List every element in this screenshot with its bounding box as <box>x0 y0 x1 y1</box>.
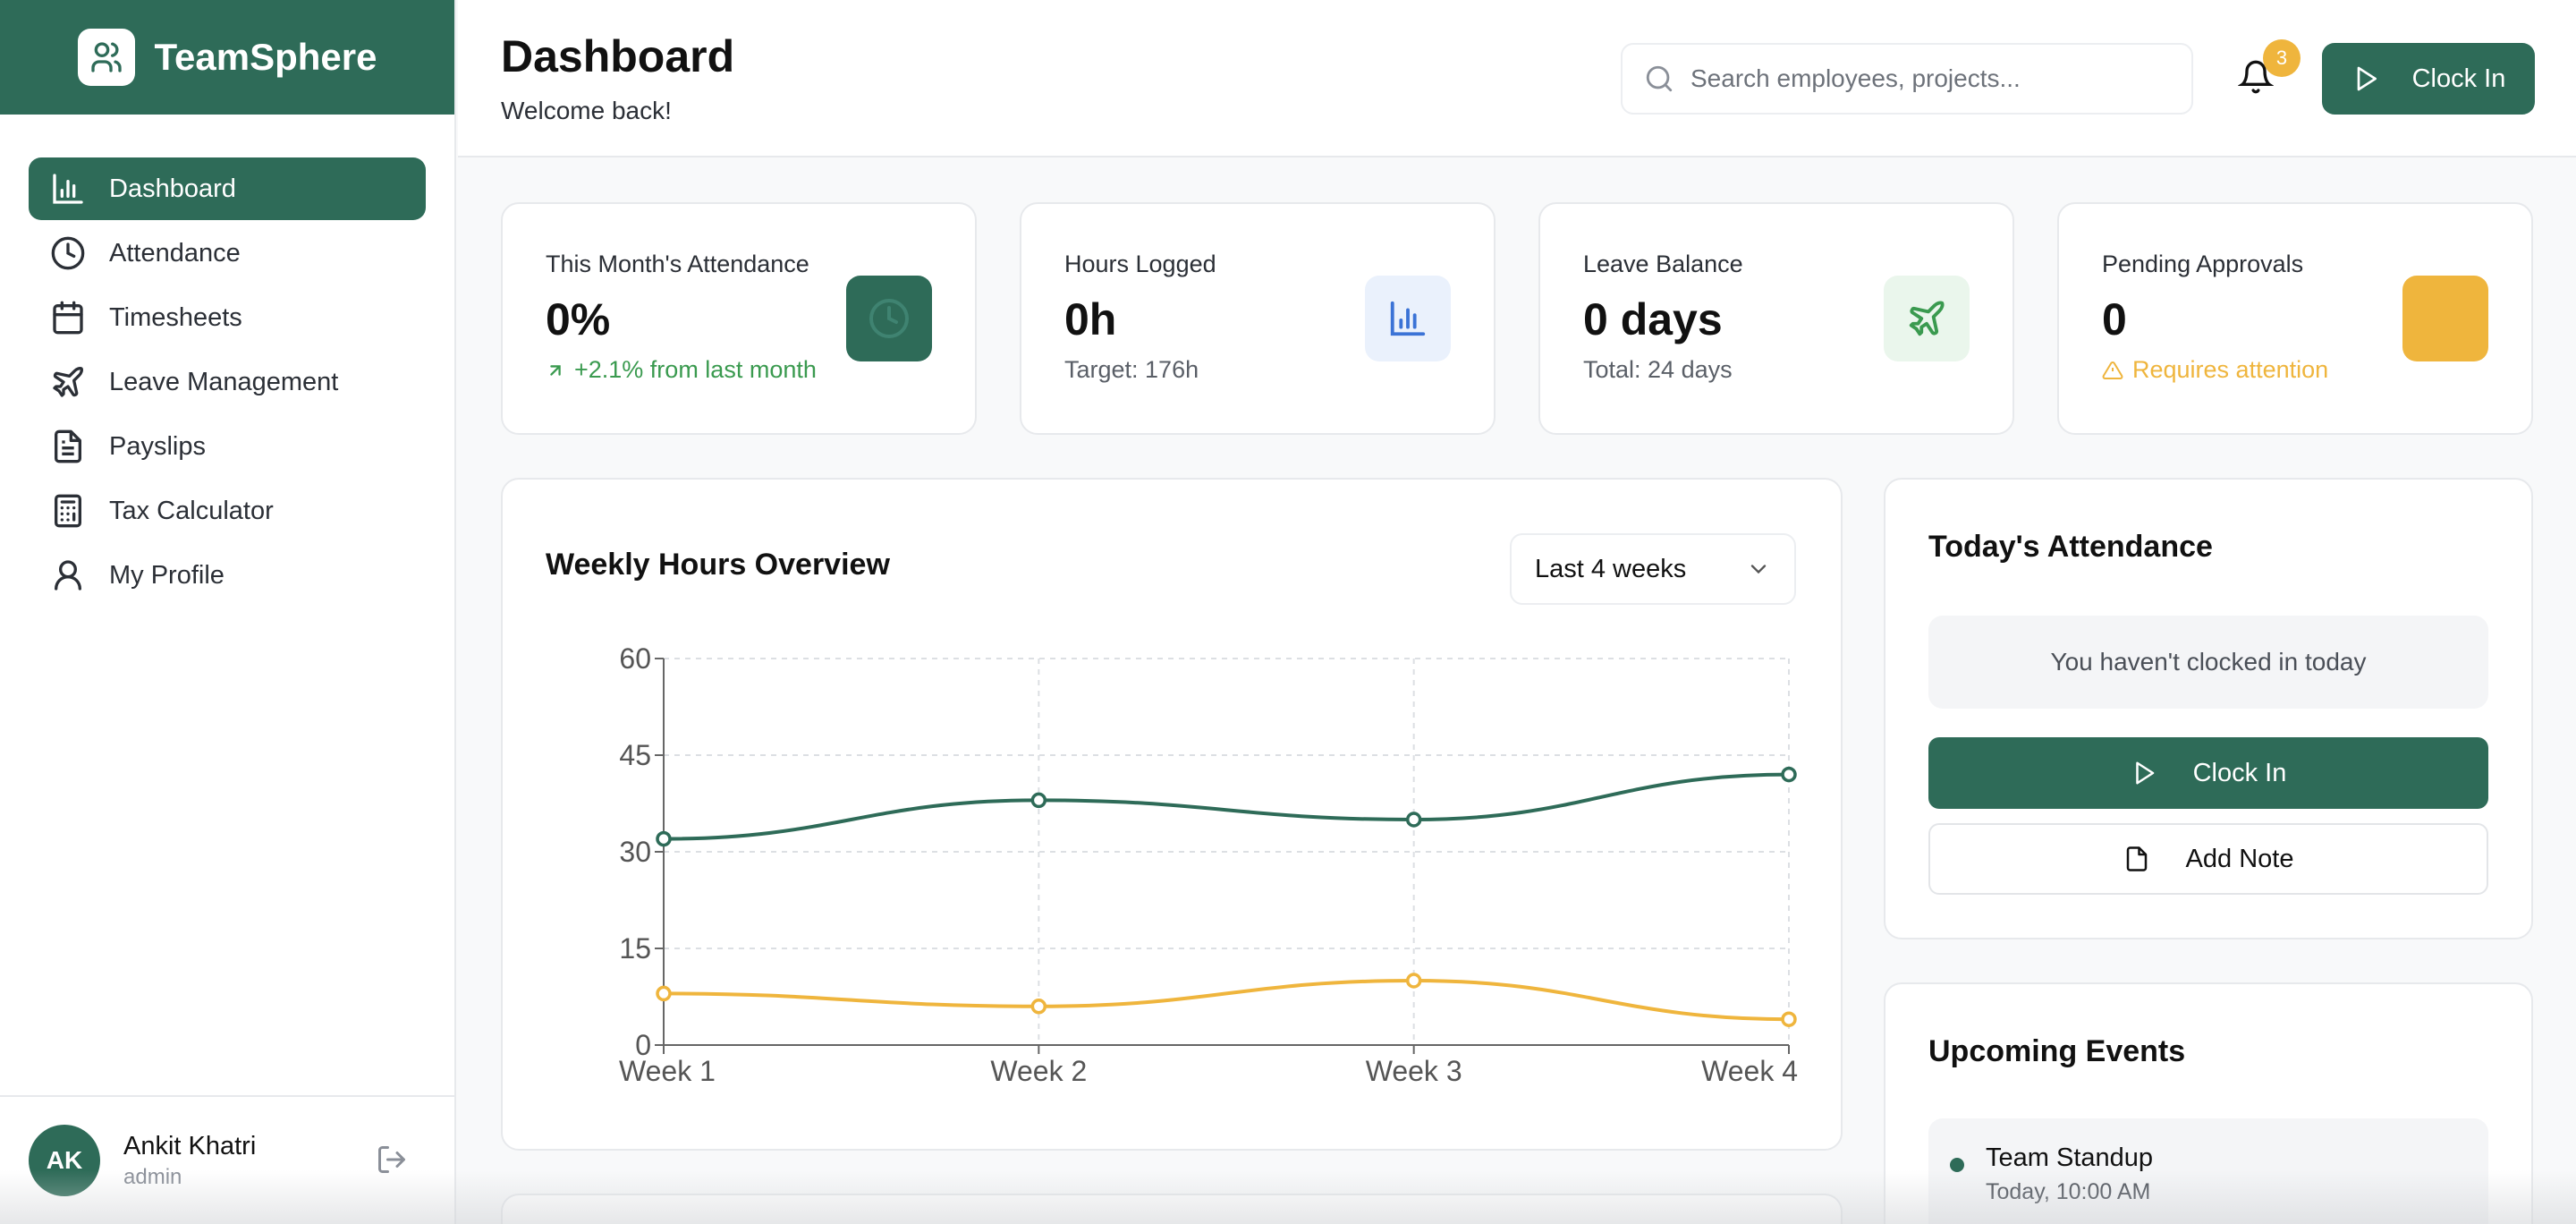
x-tick-label: Week 4 <box>1701 1055 1798 1087</box>
upcoming-events-title: Upcoming Events <box>1928 1034 2186 1068</box>
sidebar-item-attendance[interactable]: Attendance <box>29 222 426 285</box>
alert-triangle-icon <box>2102 361 2123 379</box>
search-input[interactable] <box>1690 64 2174 93</box>
stat-value: 0h <box>1064 294 1117 344</box>
sidebar-nav: Dashboard Attendance Timesheets Leave Ma… <box>0 115 454 607</box>
series-line-2 <box>663 978 1790 1022</box>
plane-icon <box>53 367 83 397</box>
user-role: admin <box>123 1164 182 1189</box>
stat-value: 0 days <box>1583 294 1723 344</box>
sidebar-item-my-profile[interactable]: My Profile <box>29 544 426 607</box>
search-icon <box>1646 65 1673 92</box>
alert-icon <box>2402 276 2488 361</box>
upcoming-events-card: Upcoming Events Team Standup Today, 10:0… <box>1884 982 2533 1224</box>
todays-attendance-card: Today's Attendance You haven't clocked i… <box>1884 478 2533 939</box>
sidebar-item-timesheets[interactable]: Timesheets <box>29 286 426 349</box>
user-panel: AK Ankit Khatri admin <box>0 1095 454 1224</box>
avatar[interactable]: AK <box>29 1125 100 1196</box>
stat-value: 0 <box>2102 294 2127 344</box>
weekly-hours-card: Weekly Hours Overview Last 4 weeks 0 15 30… <box>501 478 1843 1151</box>
users-logo-icon <box>77 29 135 86</box>
y-tick-label: 30 <box>619 836 651 868</box>
event-title: Team Standup <box>1986 1143 2154 1172</box>
clock-in-label: Clock In <box>2411 64 2506 93</box>
logout-icon[interactable] <box>376 1143 408 1176</box>
app-name: TeamSphere <box>154 36 377 78</box>
arrow-up-right-icon <box>550 364 561 376</box>
stat-card-hours: Hours Logged 0h Target: 176h <box>1020 202 1496 435</box>
sidebar-item-leave-management[interactable]: Leave Management <box>29 351 426 413</box>
data-point <box>656 830 672 847</box>
sidebar-item-label: Timesheets <box>109 302 242 332</box>
clock-icon <box>846 276 932 361</box>
bar-chart-icon <box>53 174 83 204</box>
plane-icon <box>1884 276 1970 361</box>
sidebar-item-dashboard[interactable]: Dashboard <box>29 157 426 220</box>
x-tick-label: Week 1 <box>619 1055 716 1087</box>
stat-card-attendance: This Month's Attendance 0% +2.1% from la… <box>501 202 977 435</box>
file-text-icon <box>55 429 82 463</box>
sidebar-item-label: Attendance <box>109 238 241 268</box>
clock-icon <box>51 236 85 270</box>
event-item[interactable]: Team Standup Today, 10:00 AM <box>1928 1118 2488 1224</box>
stat-value: 0% <box>546 294 611 344</box>
attendance-status: You haven't clocked in today <box>1928 616 2488 709</box>
page-title: Dashboard <box>501 31 735 81</box>
add-note-label: Add Note <box>2185 844 2294 873</box>
stat-sub: Target: 176h <box>1064 356 1199 383</box>
bottom-card <box>501 1194 1843 1224</box>
stat-card-approvals: Pending Approvals 0 Requires attention <box>2057 202 2533 435</box>
sidebar-item-label: Tax Calculator <box>109 496 274 525</box>
stat-card-leave: Leave Balance 0 days Total: 24 days <box>1538 202 2014 435</box>
play-icon <box>2357 66 2377 91</box>
data-point <box>656 985 672 1002</box>
data-point <box>1405 973 1422 989</box>
data-point <box>1030 792 1047 809</box>
x-tick-label: Week 3 <box>1366 1055 1462 1087</box>
y-tick-label: 15 <box>619 932 651 965</box>
data-point <box>1405 812 1422 828</box>
data-point <box>1030 999 1047 1015</box>
stat-label: This Month's Attendance <box>546 251 809 277</box>
y-tick-label: 60 <box>619 642 651 675</box>
stat-sub: Total: 24 days <box>1583 356 1733 383</box>
clock-in-label: Clock In <box>2192 758 2287 787</box>
series-line-1 <box>663 772 1790 841</box>
calculator-icon <box>55 494 81 528</box>
stat-label: Leave Balance <box>1583 251 1743 277</box>
user-name: Ankit Khatri <box>123 1131 257 1160</box>
search-box[interactable] <box>1621 43 2193 115</box>
sidebar-item-payslips[interactable]: Payslips <box>29 415 426 478</box>
stat-label: Hours Logged <box>1064 251 1216 277</box>
sidebar-item-tax-calculator[interactable]: Tax Calculator <box>29 480 426 542</box>
add-note-button[interactable]: Add Note <box>1928 823 2488 895</box>
note-icon <box>2126 846 2147 871</box>
sidebar-item-label: Leave Management <box>109 367 339 396</box>
y-tick-label: 45 <box>619 739 651 771</box>
data-point <box>1781 1011 1797 1027</box>
x-tick-label: Week 2 <box>990 1055 1087 1087</box>
clock-in-button[interactable]: Clock In <box>1928 737 2488 809</box>
data-point <box>1781 766 1797 783</box>
user-icon <box>55 560 82 591</box>
calendar-icon <box>53 301 83 335</box>
event-dot <box>1950 1158 1964 1172</box>
sidebar: TeamSphere Dashboard Attendance Timeshee… <box>0 0 456 1224</box>
sidebar-item-label: My Profile <box>109 560 225 590</box>
weekly-hours-chart: 015304560Week 1 Week 2 Week 3 Week 4 <box>619 642 1798 1087</box>
bar-chart-icon <box>1365 276 1451 361</box>
page-subtitle: Welcome back! <box>501 97 672 124</box>
event-time: Today, 10:00 AM <box>1986 1179 2151 1204</box>
sidebar-item-label: Dashboard <box>109 174 236 203</box>
top-bar: Dashboard Welcome back! 3 Clock In <box>458 0 2576 157</box>
todays-attendance-title: Today's Attendance <box>1928 530 2213 564</box>
stat-warning: Requires attention <box>2102 356 2328 384</box>
sidebar-item-label: Payslips <box>109 431 206 461</box>
stat-label: Pending Approvals <box>2102 251 2304 277</box>
stat-trend: +2.1% from last month <box>546 356 817 384</box>
brand[interactable]: TeamSphere <box>0 0 454 115</box>
clock-in-button[interactable]: Clock In <box>2322 43 2535 115</box>
notification-badge: 3 <box>2263 39 2301 77</box>
play-icon <box>2135 761 2154 785</box>
